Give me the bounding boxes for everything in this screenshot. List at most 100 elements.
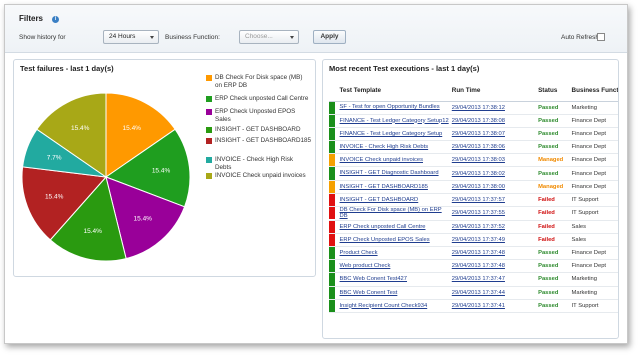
run-time-link[interactable]: 29/04/2013 17:38:06 [452, 144, 505, 150]
template-link[interactable]: FINANCE - Test Ledger Category Setup [340, 131, 443, 137]
legend-label: INSIGHT - GET DASHBOARD [215, 126, 301, 133]
status-cell: Failed [535, 193, 569, 208]
history-select[interactable]: 24 Hours [103, 30, 159, 44]
business-function-cell: IT Support [568, 193, 618, 208]
run-time-cell: 29/04/2013 17:37:57 [448, 193, 536, 208]
legend-label: DB Check For Disk space (MB) on ERP DB [215, 74, 303, 89]
status-bar-cell [329, 246, 337, 261]
column-header-run-time[interactable]: Run Time [448, 81, 536, 102]
status-bar-cell [329, 299, 337, 313]
pie-slice-label: 15.4% [123, 125, 142, 132]
run-time-link[interactable]: 29/04/2013 17:38:08 [452, 118, 505, 124]
table-row: DB Check For Disk space (MB) on ERP DB 29… [329, 206, 618, 221]
run-time-cell: 29/04/2013 17:38:12 [448, 101, 536, 115]
template-link[interactable]: Web product Check [340, 263, 391, 269]
column-header-business-function[interactable]: Business Function [568, 81, 618, 102]
status-bar-cell [329, 127, 337, 142]
status-bar-cell [329, 166, 337, 181]
status-bar-cell [329, 206, 337, 221]
status-color-bar [329, 233, 335, 246]
template-link[interactable]: Product Check [340, 250, 378, 256]
legend-swatch [206, 109, 212, 115]
template-link[interactable]: BBC Web Conent Test427 [340, 276, 407, 282]
run-time-link[interactable]: 29/04/2013 17:37:49 [452, 237, 505, 243]
business-function-label: Business Function: [165, 34, 220, 41]
status-color-bar [329, 286, 335, 299]
status-color-bar [329, 180, 335, 193]
business-function-cell: Marketing [568, 101, 618, 115]
status-color-bar [329, 154, 335, 166]
template-link[interactable]: ERP Check unposted Call Centre [340, 224, 426, 230]
template-cell: Insight Recipient Count Check934 [336, 299, 449, 313]
business-function-cell: Finance Dept [568, 180, 618, 194]
run-time-link[interactable]: 29/04/2013 17:37:48 [452, 263, 505, 269]
template-link[interactable]: INVOICE Check unpaid invoices [340, 157, 423, 163]
pie-slice-label: 15.4% [134, 215, 153, 222]
template-link[interactable]: INSIGHT - GET Diagnostic Dashboard [340, 170, 439, 176]
template-cell: DB Check For Disk space (MB) on ERP DB [336, 206, 449, 221]
template-link[interactable]: DB Check For Disk space (MB) on ERP DB [340, 207, 442, 219]
run-time-link[interactable]: 29/04/2013 17:38:02 [452, 171, 505, 177]
template-cell: INVOICE Check unpaid invoices [336, 153, 449, 168]
pie-slice-label: 15.4% [71, 125, 90, 132]
template-link[interactable]: INSIGHT - GET DASHBOARD185 [340, 184, 428, 190]
run-time-link[interactable]: 29/04/2013 17:38:03 [452, 157, 505, 163]
template-link[interactable]: ERP Check Unposted EPOS Sales [340, 237, 430, 243]
template-link[interactable]: FINANCE - Test Ledger Category Setup12 [340, 118, 449, 124]
table-row: INVOICE - Check High Risk Debts 29/04/201… [329, 140, 618, 155]
run-time-cell: 29/04/2013 17:38:00 [448, 180, 536, 194]
status-bar-cell [329, 153, 337, 168]
info-icon[interactable]: i [52, 16, 59, 23]
run-time-link[interactable]: 29/04/2013 17:37:44 [452, 290, 505, 296]
run-time-link[interactable]: 29/04/2013 17:37:41 [452, 303, 505, 309]
legend-label: INVOICE - Check High Risk Debts [215, 156, 294, 171]
run-time-link[interactable]: 29/04/2013 17:37:55 [452, 210, 505, 216]
legend-label: INVOICE Check unpaid invoices [215, 172, 306, 179]
history-label: Show history for [19, 34, 66, 41]
legend-swatch [206, 127, 212, 133]
run-time-link[interactable]: 29/04/2013 17:37:48 [452, 250, 505, 256]
run-time-link[interactable]: 29/04/2013 17:38:07 [452, 131, 505, 137]
status-cell: Failed [535, 220, 569, 234]
status-color-bar [329, 220, 335, 233]
status-cell: Passed [535, 166, 569, 181]
template-cell: BBC Web Conent Test427 [336, 272, 449, 287]
business-function-cell: Sales [568, 220, 618, 234]
executions-table: Test Template Run Time Status Business F… [329, 81, 618, 313]
status-cell: Managed [535, 180, 569, 194]
apply-button[interactable]: Apply [313, 30, 346, 44]
column-header-status[interactable]: Status [535, 81, 569, 102]
template-cell: SF - Test for open Opportunity Bundles [336, 101, 449, 115]
legend-swatch [206, 138, 212, 144]
legend-swatch [206, 96, 212, 102]
template-link[interactable]: INSIGHT - GET DASHBOARD [340, 197, 419, 203]
template-cell: Web product Check [336, 259, 449, 274]
table-row: INSIGHT - GET DASHBOARD 29/04/2013 17:37:… [329, 193, 618, 208]
status-cell: Passed [535, 127, 569, 142]
dashboard-window: Filters i Show history for 24 Hours Busi… [4, 4, 628, 344]
legend-label: ERP Check Unposted EPOS Sales [215, 108, 296, 123]
template-link[interactable]: SF - Test for open Opportunity Bundles [340, 104, 440, 110]
run-time-link[interactable]: 29/04/2013 17:38:12 [452, 105, 505, 111]
template-link[interactable]: Insight Recipient Count Check934 [340, 303, 428, 309]
status-cell: Passed [535, 101, 569, 115]
template-link[interactable]: BBC Web Conent Test [340, 290, 398, 296]
business-function-cell: Finance Dept [568, 140, 618, 155]
run-time-link[interactable]: 29/04/2013 17:37:47 [452, 276, 505, 282]
legend-swatch [206, 173, 212, 179]
run-time-link[interactable]: 29/04/2013 17:37:57 [452, 197, 505, 203]
column-header-template[interactable]: Test Template [336, 81, 449, 102]
table-row: SF - Test for open Opportunity Bundles 29… [329, 101, 618, 115]
status-bar-cell [329, 233, 337, 247]
auto-refresh-checkbox[interactable] [597, 33, 605, 41]
run-time-cell: 29/04/2013 17:37:48 [448, 259, 536, 274]
template-link[interactable]: INVOICE - Check High Risk Debts [340, 144, 429, 150]
business-function-select[interactable]: Choose... [239, 30, 299, 44]
run-time-link[interactable]: 29/04/2013 17:37:52 [452, 224, 505, 230]
status-color-bar [329, 207, 335, 220]
run-time-cell: 29/04/2013 17:37:41 [448, 299, 536, 313]
test-failures-panel: Test failures - last 1 day(s) 15.4% 15.4%… [13, 59, 316, 277]
status-color-bar [329, 246, 335, 259]
run-time-link[interactable]: 29/04/2013 17:38:00 [452, 184, 505, 190]
pie-slice-label: 15.4% [152, 167, 171, 174]
